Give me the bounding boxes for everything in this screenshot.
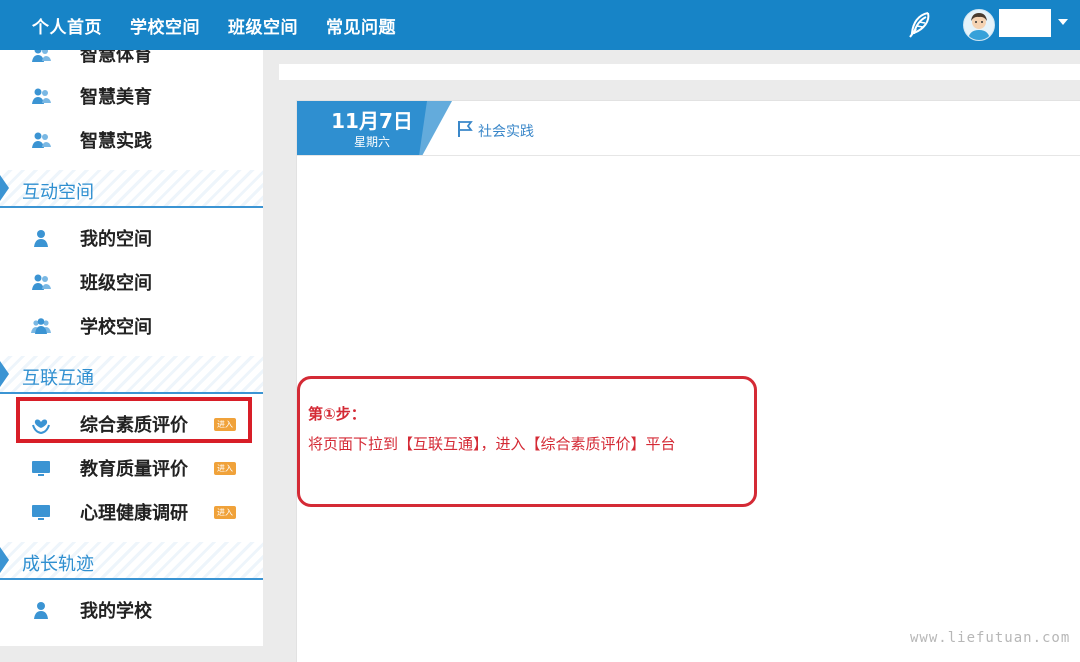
sidebar-item-class-space[interactable]: 班级空间 <box>0 262 263 302</box>
users-icon <box>32 274 51 290</box>
section-header-interconnection: 互联互通 <box>0 356 263 394</box>
user-icon <box>34 602 48 619</box>
user-name-box[interactable] <box>999 9 1051 37</box>
highlight-box <box>16 397 252 443</box>
sidebar-item-my-school[interactable]: 我的学校 <box>0 590 263 630</box>
sidebar: 智慧体育 智慧美育 智慧实践 互动空间 我的空间 班级空间 学校空间 互联互通 … <box>0 50 263 646</box>
callout-step-title: 第①步： <box>308 405 366 423</box>
monitor-icon <box>32 505 50 520</box>
sidebar-item-smart-sports[interactable]: 智慧体育 <box>0 50 263 74</box>
sidebar-item-label: 智慧体育 <box>80 50 152 66</box>
sidebar-item-label: 心理健康调研 <box>80 503 188 524</box>
section-title: 成长轨迹 <box>22 554 94 575</box>
top-navigation-bar: 个人首页 学校空间 班级空间 常见问题 <box>0 0 1080 50</box>
post-category[interactable]: 社会实践 <box>478 121 534 141</box>
section-title: 互联互通 <box>22 368 94 389</box>
nav-school-space[interactable]: 学校空间 <box>130 13 200 38</box>
user-avatar-icon[interactable] <box>963 9 995 41</box>
sidebar-item-smart-practice[interactable]: 智慧实践 <box>0 120 263 160</box>
users-icon <box>32 132 51 148</box>
sidebar-item-label: 班级空间 <box>80 273 152 294</box>
watermark: www.liefutuan.com <box>910 630 1071 646</box>
main-nav: 个人首页 学校空间 班级空间 常见问题 <box>0 0 396 50</box>
enter-badge[interactable]: 进入 <box>214 461 236 475</box>
enter-badge[interactable]: 进入 <box>214 505 236 519</box>
users-icon <box>32 50 51 62</box>
users-icon <box>32 88 51 104</box>
sidebar-item-label: 我的学校 <box>80 601 152 622</box>
instruction-callout: 第①步： 将页面下拉到【互联互通】，进入【综合素质评价】平台 <box>297 376 757 507</box>
callout-step-text: 将页面下拉到【互联互通】，进入【综合素质评价】平台 <box>308 435 676 453</box>
sidebar-item-school-space[interactable]: 学校空间 <box>0 306 263 346</box>
sidebar-item-education-quality-evaluation[interactable]: 教育质量评价 进入 <box>0 448 263 488</box>
section-title: 互动空间 <box>22 182 94 203</box>
feather-icon[interactable] <box>904 9 936 41</box>
monitor-icon <box>32 461 50 476</box>
nav-class-space[interactable]: 班级空间 <box>228 13 298 38</box>
sidebar-item-label: 智慧实践 <box>80 131 152 152</box>
sidebar-item-label: 我的空间 <box>80 229 152 250</box>
post-date: 11月7日 <box>331 109 413 133</box>
group-icon <box>31 318 51 334</box>
sidebar-item-label: 智慧美育 <box>80 87 152 108</box>
caret-down-icon[interactable] <box>1058 19 1068 25</box>
sidebar-item-my-space[interactable]: 我的空间 <box>0 218 263 258</box>
flag-icon <box>458 121 473 137</box>
main-top-strip <box>279 64 1080 80</box>
user-icon <box>34 230 48 247</box>
sidebar-item-smart-arts[interactable]: 智慧美育 <box>0 76 263 116</box>
nav-faq[interactable]: 常见问题 <box>326 13 396 38</box>
post-weekday: 星期六 <box>353 135 390 149</box>
section-header-growth-track: 成长轨迹 <box>0 542 263 580</box>
nav-personal-home[interactable]: 个人首页 <box>32 13 102 38</box>
sidebar-item-mental-health-survey[interactable]: 心理健康调研 进入 <box>0 492 263 532</box>
card-header-divider <box>297 155 1080 156</box>
sidebar-item-label: 教育质量评价 <box>80 459 188 480</box>
section-header-interactive-space: 互动空间 <box>0 170 263 208</box>
sidebar-item-label: 学校空间 <box>80 317 152 338</box>
